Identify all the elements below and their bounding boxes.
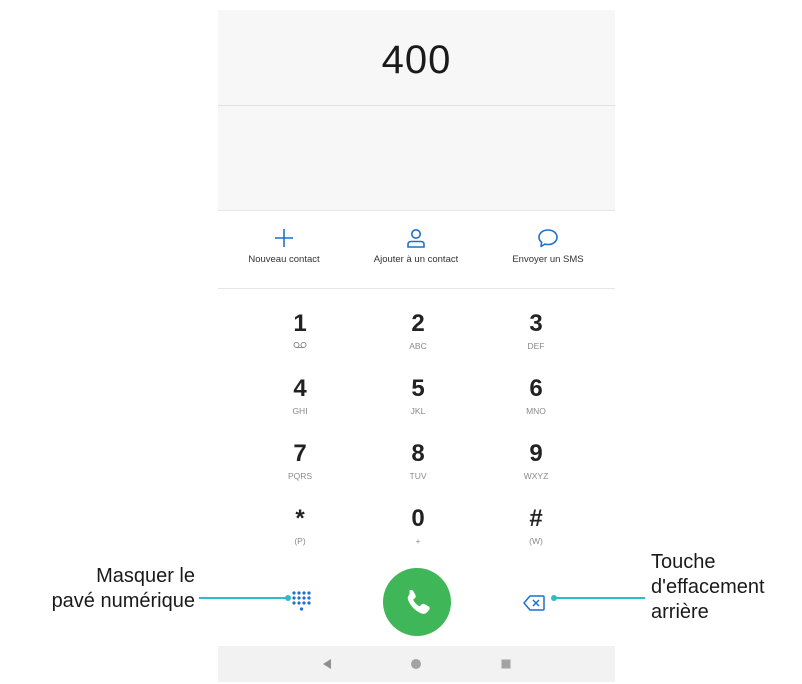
key-letters: TUV <box>409 471 427 481</box>
key-digit: 1 <box>293 310 307 337</box>
callout-leader-dot <box>551 595 557 601</box>
key-8[interactable]: 8 TUV <box>363 440 473 502</box>
key-letters: PQRS <box>287 471 313 481</box>
recents-square-icon[interactable] <box>501 659 511 669</box>
action-label: Ajouter à un contact <box>373 254 459 265</box>
person-icon <box>407 229 425 248</box>
key-digit: 6 <box>529 375 543 402</box>
add-to-contact-button[interactable]: Ajouter à un contact <box>350 220 482 282</box>
callout-leader-line <box>199 597 288 599</box>
callout-leader-dot <box>285 595 291 601</box>
plus-icon <box>275 229 293 247</box>
dialpad-grid-icon[interactable] <box>291 590 311 612</box>
key-2[interactable]: 2 ABC <box>363 310 473 372</box>
callout-leader-line <box>555 597 645 599</box>
divider <box>218 105 615 106</box>
key-letters: WXYZ <box>523 471 549 481</box>
key-digit: 0 <box>411 505 425 532</box>
send-sms-button[interactable]: Envoyer un SMS <box>482 220 614 282</box>
key-6[interactable]: 6 MNO <box>481 375 591 437</box>
home-circle-icon[interactable] <box>410 658 422 670</box>
action-label: Envoyer un SMS <box>512 254 584 265</box>
key-letters: GHI <box>292 406 308 416</box>
key-digit: 3 <box>529 310 543 337</box>
key-letters: DEF <box>527 341 545 351</box>
callout-text: arrière <box>651 601 709 623</box>
phone-icon <box>407 589 430 614</box>
dialer-screen: 400 Nouveau contact Ajouter à un contact… <box>218 10 615 682</box>
key-digit: 9 <box>529 440 543 467</box>
key-digit: 4 <box>293 375 307 402</box>
key-digit: 8 <box>411 440 425 467</box>
key-3[interactable]: 3 DEF <box>481 310 591 372</box>
key-digit: * <box>295 505 305 532</box>
key-0[interactable]: 0 + <box>363 505 473 567</box>
divider <box>218 288 615 289</box>
number-display-area: 400 <box>218 10 615 210</box>
callout-text: pavé numérique <box>51 590 195 612</box>
divider <box>218 210 615 211</box>
key-letters: ABC <box>409 341 427 351</box>
callout-text: Masquer le <box>96 565 195 587</box>
key-digit: # <box>529 505 543 532</box>
callout-text: d'effacement <box>651 576 765 598</box>
key-5[interactable]: 5 JKL <box>363 375 473 437</box>
key-digit: 5 <box>411 375 425 402</box>
navigation-bar <box>218 646 615 682</box>
call-button[interactable] <box>383 568 451 636</box>
key-digit: 2 <box>411 310 425 337</box>
callout-hide-keypad: Masquer le pavé numérique <box>0 564 195 614</box>
key-hash[interactable]: # (W) <box>481 505 591 567</box>
key-star[interactable]: * (P) <box>245 505 355 567</box>
backspace-icon[interactable] <box>523 595 545 611</box>
action-label: Nouveau contact <box>248 254 320 265</box>
key-7[interactable]: 7 PQRS <box>245 440 355 502</box>
key-letters: (P) <box>294 536 306 546</box>
key-4[interactable]: 4 GHI <box>245 375 355 437</box>
voicemail-icon <box>245 340 355 352</box>
key-letters: (W) <box>529 536 543 546</box>
back-triangle-icon[interactable] <box>322 658 332 670</box>
key-1[interactable]: 1 <box>245 310 355 372</box>
callout-text: Touche <box>651 551 716 573</box>
key-letters: + <box>415 536 421 546</box>
callout-backspace: Touche d'effacement arrière <box>651 550 802 625</box>
message-bubble-icon <box>538 229 558 248</box>
key-9[interactable]: 9 WXYZ <box>481 440 591 502</box>
dialed-number: 400 <box>381 38 452 82</box>
key-digit: 7 <box>293 440 307 467</box>
key-letters: JKL <box>410 406 426 416</box>
key-letters: MNO <box>526 406 546 416</box>
new-contact-button[interactable]: Nouveau contact <box>218 220 350 282</box>
